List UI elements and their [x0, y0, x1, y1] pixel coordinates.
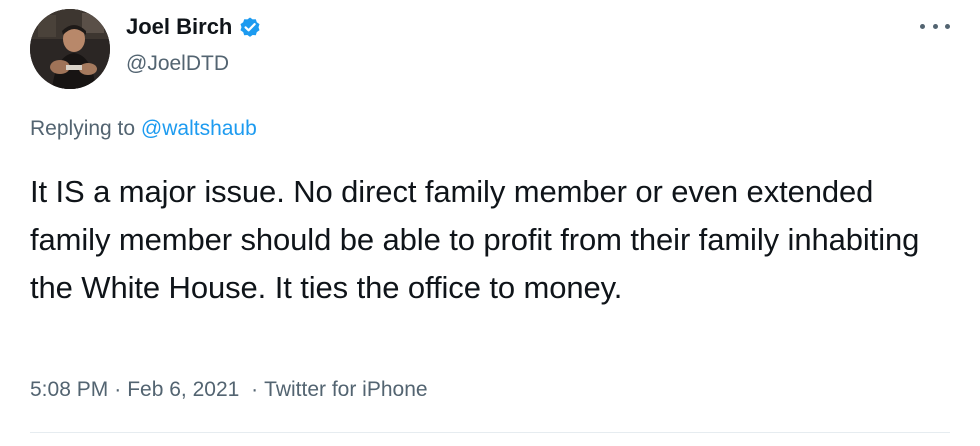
more-dot [920, 23, 925, 29]
replying-to-line: Replying to @waltshaub [30, 117, 257, 141]
tweet-card: Joel Birch @JoelDTD Replying to @waltsha… [0, 0, 980, 446]
reply-mention-link[interactable]: @waltshaub [141, 117, 257, 140]
author-display-name[interactable]: Joel Birch [126, 14, 262, 40]
tweet-date: Feb 6, 2021 [127, 378, 240, 401]
divider [30, 432, 950, 433]
more-dot [945, 23, 950, 29]
replying-to-label: Replying to [30, 117, 141, 140]
meta-separator: · [114, 378, 122, 401]
tweet-timestamp-link[interactable]: 5:08 PM · Feb 6, 2021 [30, 378, 245, 401]
author-name-text: Joel Birch [126, 14, 233, 39]
tweet-time: 5:08 PM [30, 378, 109, 401]
more-dot [932, 23, 938, 29]
meta-separator: · [251, 378, 259, 401]
tweet-meta: 5:08 PM · Feb 6, 2021 · Twitter for iPhone [30, 378, 428, 402]
profile-photo-icon [30, 9, 110, 89]
more-options-icon[interactable] [920, 16, 950, 36]
verified-badge-icon [238, 15, 262, 39]
avatar[interactable] [30, 9, 110, 89]
author-handle[interactable]: @JoelDTD [126, 52, 229, 76]
tweet-source-link[interactable]: Twitter for iPhone [264, 378, 427, 401]
tweet-text: It IS a major issue. No direct family me… [30, 174, 920, 305]
